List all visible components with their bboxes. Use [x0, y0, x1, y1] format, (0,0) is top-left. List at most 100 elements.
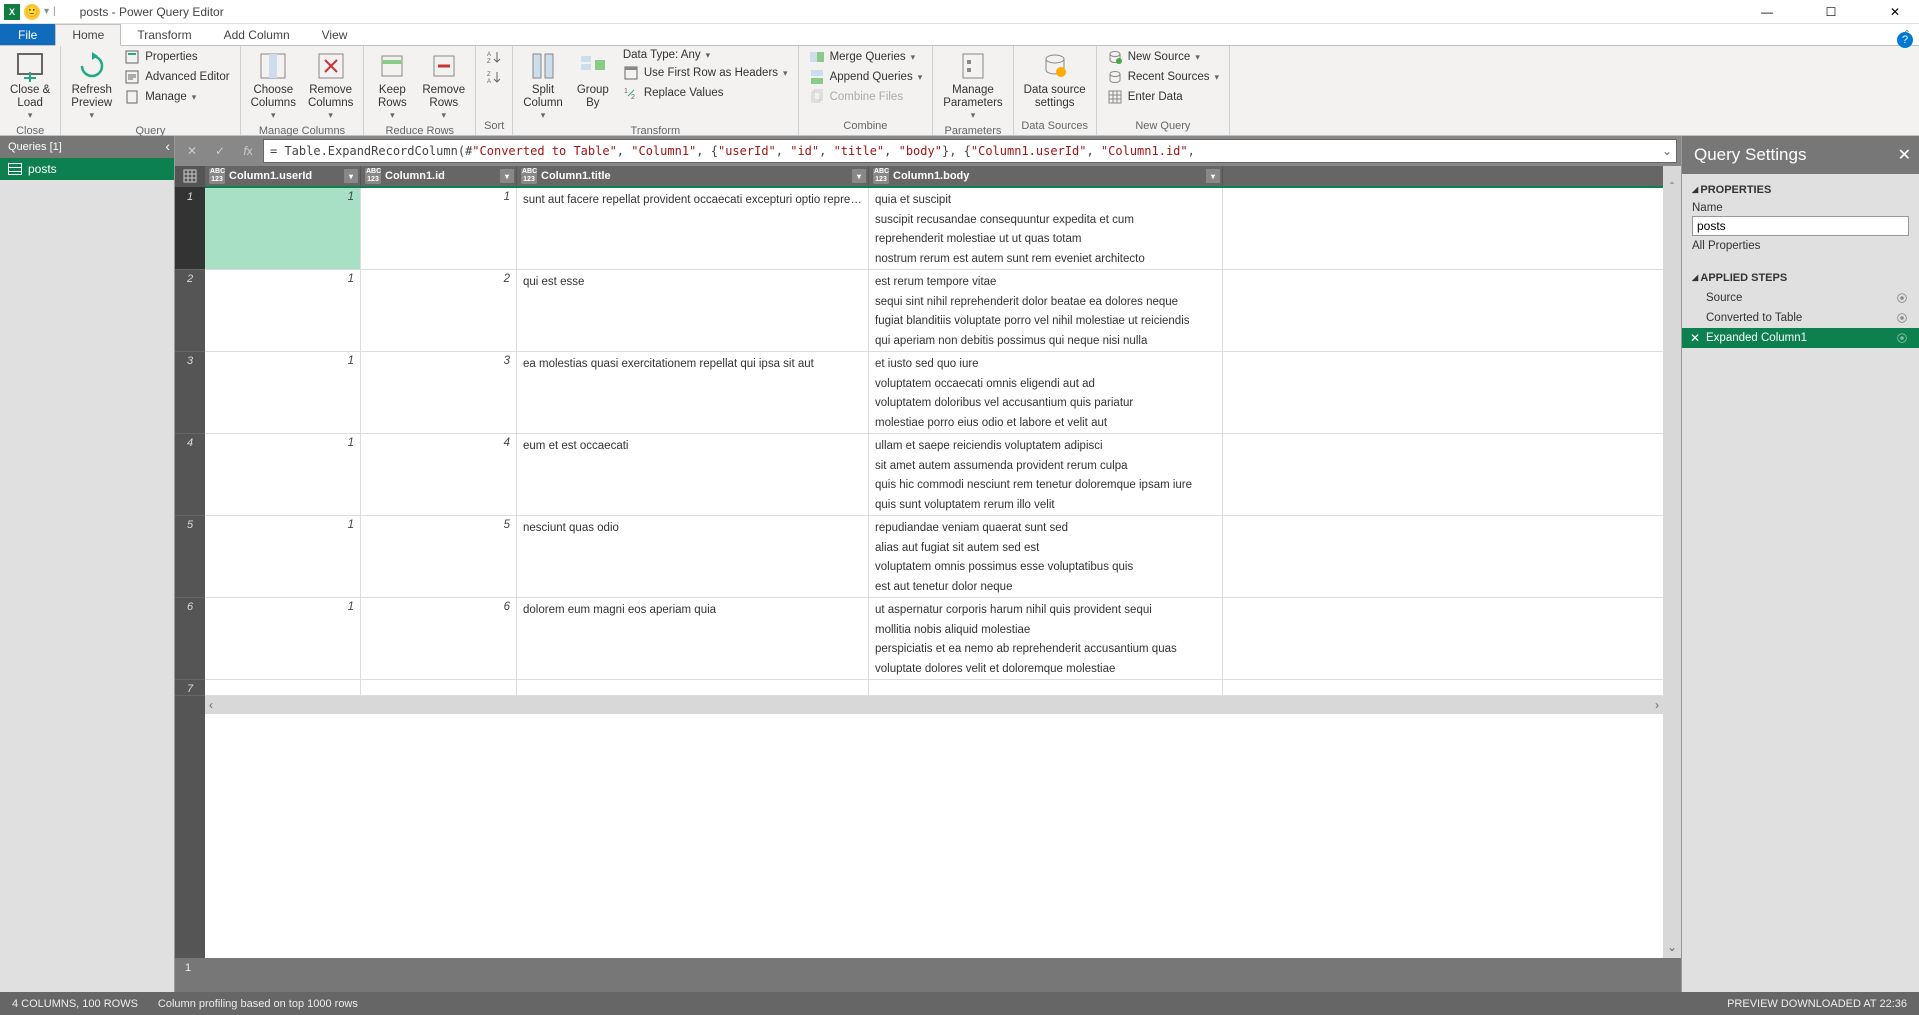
sort-asc-button[interactable]: AZ	[482, 48, 506, 66]
table-row[interactable]: 15nesciunt quas odiorepudiandae veniam q…	[205, 516, 1663, 598]
table-row[interactable]: 11sunt aut facere repellat provident occ…	[205, 188, 1663, 270]
data-type-button[interactable]: Data Type: Any	[619, 48, 792, 62]
cell-body[interactable]: est rerum tempore vitaesequi sint nihil …	[869, 270, 1223, 351]
replace-values-button[interactable]: 12Replace Values	[619, 84, 792, 102]
refresh-preview-button[interactable]: Refresh Preview	[67, 48, 116, 123]
accept-formula-icon[interactable]: ✓	[207, 139, 233, 163]
cell-userid[interactable]: 1	[205, 188, 361, 269]
recent-sources-button[interactable]: Recent Sources	[1103, 68, 1223, 86]
cell-userid[interactable]: 1	[205, 352, 361, 433]
column-header-id[interactable]: ABC123Column1.id▾	[361, 166, 517, 186]
formula-input[interactable]: = Table.ExpandRecordColumn(#"Converted t…	[263, 139, 1677, 163]
advanced-editor-button[interactable]: Advanced Editor	[120, 68, 233, 86]
cell-id[interactable]: 4	[361, 434, 517, 515]
remove-columns-button[interactable]: Remove Columns	[304, 48, 357, 123]
keep-rows-button[interactable]: Keep Rows	[370, 48, 414, 123]
properties-button[interactable]: Properties	[120, 48, 233, 66]
column-header-userid[interactable]: ABC123Column1.userId▾	[205, 166, 361, 186]
filter-icon[interactable]: ▾	[852, 169, 866, 183]
cell-id[interactable]: 5	[361, 516, 517, 597]
row-number[interactable]: 5	[175, 516, 205, 598]
expand-formula-icon[interactable]: ⌄	[1662, 144, 1672, 158]
filter-icon[interactable]: ▾	[344, 169, 358, 183]
cell-id[interactable]: 1	[361, 188, 517, 269]
cell-userid[interactable]	[205, 680, 361, 695]
close-settings-icon[interactable]: ✕	[1898, 145, 1911, 165]
query-name-input[interactable]	[1692, 216, 1909, 236]
column-header-title[interactable]: ABC123Column1.title▾	[517, 166, 869, 186]
remove-rows-button[interactable]: Remove Rows	[418, 48, 469, 123]
cell-title[interactable]	[517, 680, 869, 695]
cell-id[interactable]: 3	[361, 352, 517, 433]
cell-title[interactable]: nesciunt quas odio	[517, 516, 869, 597]
sort-desc-button[interactable]: ZA	[482, 68, 506, 86]
qat-dropdown-icon[interactable]: ▾	[44, 6, 49, 17]
enter-data-button[interactable]: Enter Data	[1103, 88, 1223, 106]
cell-id[interactable]	[361, 680, 517, 695]
table-row[interactable]	[205, 680, 1663, 696]
cell-body[interactable]: ullam et saepe reiciendis voluptatem adi…	[869, 434, 1223, 515]
tab-view[interactable]: View	[306, 24, 364, 45]
cell-userid[interactable]: 1	[205, 516, 361, 597]
merge-queries-button[interactable]: Merge Queries	[805, 48, 927, 66]
gear-icon[interactable]	[1895, 331, 1909, 345]
cell-userid[interactable]: 1	[205, 270, 361, 351]
vertical-scrollbar[interactable]: ˆ⌄	[1663, 166, 1681, 958]
first-row-headers-button[interactable]: Use First Row as Headers	[619, 64, 792, 82]
applied-step[interactable]: Converted to Table	[1682, 308, 1919, 328]
table-row[interactable]: 14eum et est occaecatiullam et saepe rei…	[205, 434, 1663, 516]
table-row[interactable]: 16dolorem eum magni eos aperiam quiaut a…	[205, 598, 1663, 680]
new-source-button[interactable]: New Source	[1103, 48, 1223, 66]
maximize-button[interactable]: ☐	[1811, 2, 1851, 22]
cell-body[interactable]: ut aspernatur corporis harum nihil quis …	[869, 598, 1223, 679]
applied-step[interactable]: ✕Expanded Column1	[1682, 328, 1919, 348]
tab-file[interactable]: File	[0, 24, 55, 45]
cell-title[interactable]: ea molestias quasi exercitationem repell…	[517, 352, 869, 433]
cell-body[interactable]: et iusto sed quo iurevoluptatem occaecat…	[869, 352, 1223, 433]
fx-icon[interactable]: fx	[235, 139, 261, 163]
tab-add-column[interactable]: Add Column	[208, 24, 306, 45]
cell-body[interactable]: repudiandae veniam quaerat sunt sedalias…	[869, 516, 1223, 597]
row-number[interactable]: 4	[175, 434, 205, 516]
close-and-load-button[interactable]: Close & Load	[6, 48, 54, 123]
choose-columns-button[interactable]: Choose Columns	[247, 48, 300, 123]
help-icon[interactable]: ?	[1897, 32, 1913, 48]
manage-parameters-button[interactable]: Manage Parameters	[939, 48, 1006, 123]
column-header-body[interactable]: ABC123Column1.body▾	[869, 166, 1223, 186]
table-row[interactable]: 13ea molestias quasi exercitationem repe…	[205, 352, 1663, 434]
gear-icon[interactable]	[1895, 291, 1909, 305]
data-source-settings-button[interactable]: Data source settings	[1020, 48, 1090, 112]
row-number[interactable]: 7	[175, 680, 205, 696]
cell-title[interactable]: sunt aut facere repellat provident occae…	[517, 188, 869, 269]
query-item-posts[interactable]: posts	[0, 158, 174, 180]
cell-body[interactable]	[869, 680, 1223, 695]
row-number[interactable]: 3	[175, 352, 205, 434]
collapse-queries-icon[interactable]: ‹	[165, 138, 170, 154]
cell-userid[interactable]: 1	[205, 434, 361, 515]
cell-id[interactable]: 6	[361, 598, 517, 679]
applied-step[interactable]: Source	[1682, 288, 1919, 308]
cell-title[interactable]: qui est esse	[517, 270, 869, 351]
row-number[interactable]: 2	[175, 270, 205, 352]
tab-transform[interactable]: Transform	[121, 24, 207, 45]
select-all-corner[interactable]	[175, 166, 205, 188]
cell-title[interactable]: dolorem eum magni eos aperiam quia	[517, 598, 869, 679]
cell-id[interactable]: 2	[361, 270, 517, 351]
delete-step-icon[interactable]: ✕	[1690, 331, 1700, 345]
table-row[interactable]: 12qui est esseest rerum tempore vitaeseq…	[205, 270, 1663, 352]
horizontal-scrollbar[interactable]: ‹›	[205, 696, 1663, 714]
gear-icon[interactable]	[1895, 311, 1909, 325]
group-by-button[interactable]: Group By	[571, 48, 615, 112]
append-queries-button[interactable]: Append Queries	[805, 68, 927, 86]
cell-userid[interactable]: 1	[205, 598, 361, 679]
row-number[interactable]: 6	[175, 598, 205, 680]
cancel-formula-icon[interactable]: ✕	[179, 139, 205, 163]
row-number[interactable]: 1	[175, 188, 205, 270]
tab-home[interactable]: Home	[55, 24, 121, 46]
cell-body[interactable]: quia et suscipitsuscipit recusandae cons…	[869, 188, 1223, 269]
filter-icon[interactable]: ▾	[1206, 169, 1220, 183]
filter-icon[interactable]: ▾	[500, 169, 514, 183]
manage-button[interactable]: Manage	[120, 88, 233, 106]
split-column-button[interactable]: Split Column	[519, 48, 567, 123]
cell-title[interactable]: eum et est occaecati	[517, 434, 869, 515]
